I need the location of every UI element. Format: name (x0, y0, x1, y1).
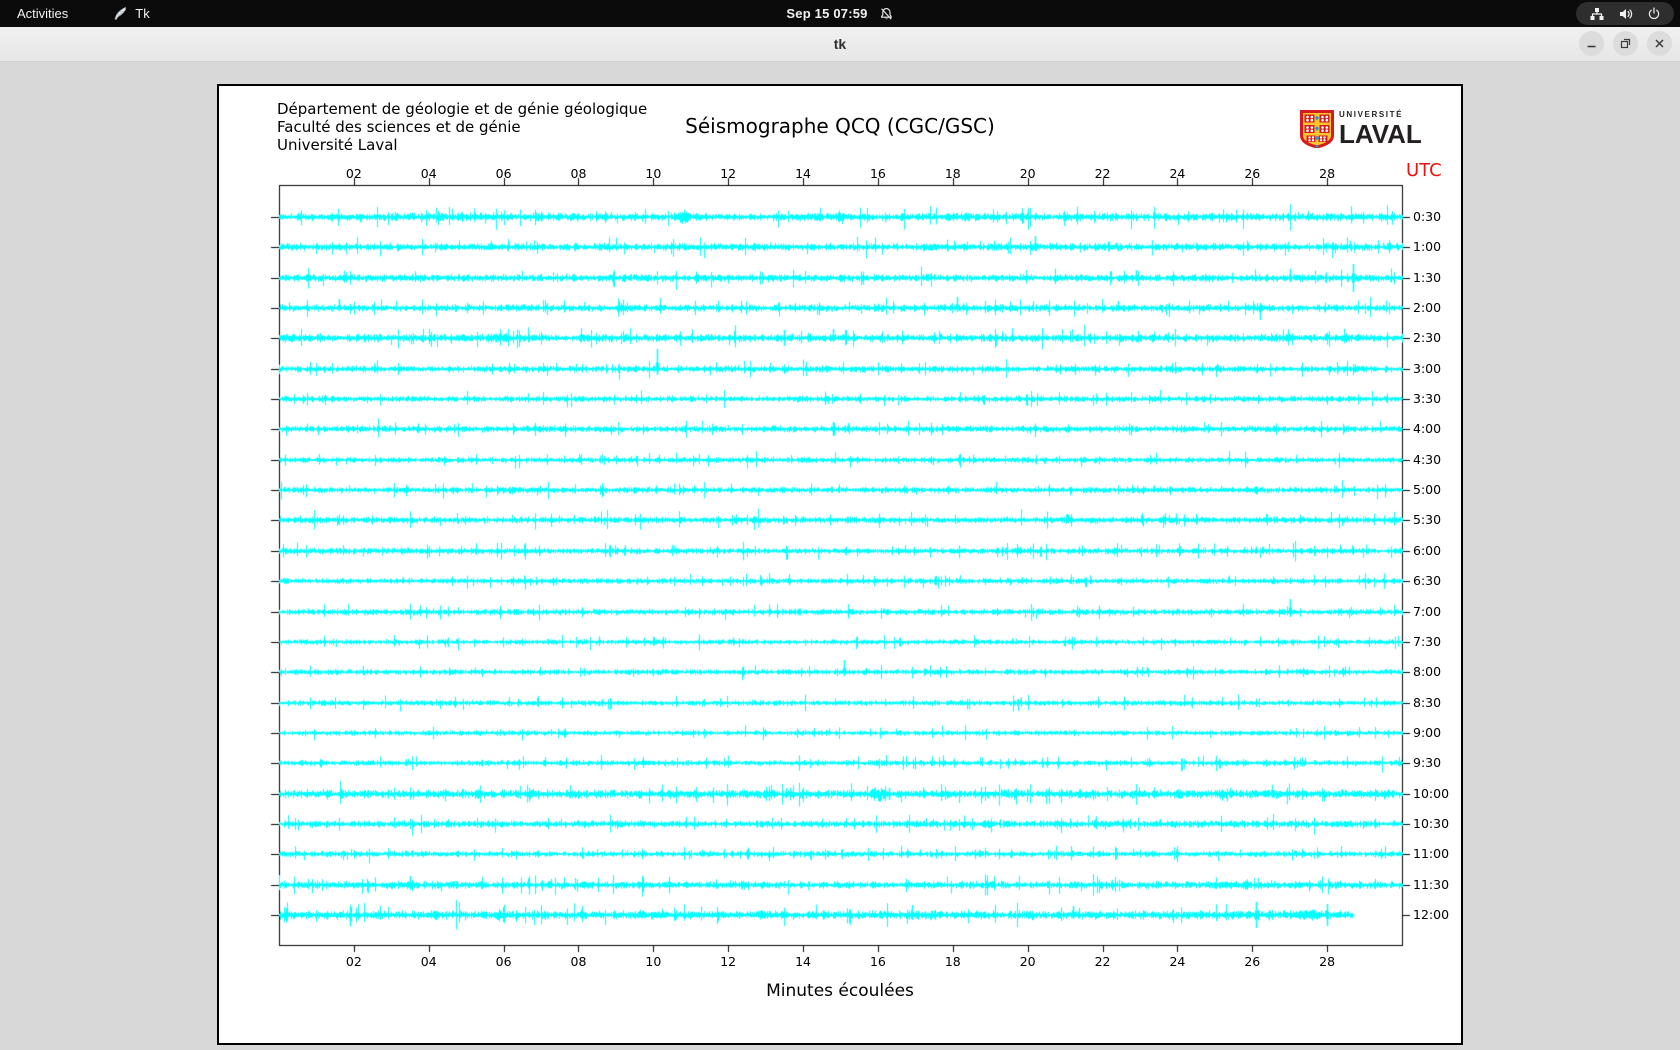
app-indicator-tk[interactable]: Tk (113, 6, 150, 21)
x-tick-label-top: 08 (570, 166, 587, 181)
x-axis-title: Minutes écoulées (766, 981, 914, 1001)
utc-time-label: 1:00 (1413, 239, 1442, 255)
window-controls (1579, 31, 1672, 56)
x-tick-label-top: 16 (869, 166, 886, 181)
activities-button[interactable]: Activities (0, 0, 85, 27)
clock-menu-button[interactable]: Sep 15 07:59 (786, 0, 893, 27)
minimize-icon (1587, 45, 1596, 48)
x-tick-label-top: 06 (495, 166, 512, 181)
utc-time-label: 6:00 (1413, 542, 1442, 558)
utc-time-label: 11:30 (1413, 876, 1450, 892)
x-tick-label-bottom: 24 (1169, 954, 1186, 969)
utc-time-label: 4:30 (1413, 451, 1442, 467)
close-button[interactable] (1647, 31, 1672, 56)
x-tick-label-bottom: 12 (720, 954, 737, 969)
x-tick-label-bottom: 06 (495, 954, 512, 969)
x-tick-label-top: 12 (720, 166, 737, 181)
x-tick-label-bottom: 16 (869, 954, 886, 969)
x-tick-label-top: 28 (1319, 166, 1336, 181)
x-tick-label-bottom: 18 (944, 954, 961, 969)
utc-time-label: 2:00 (1413, 300, 1442, 316)
notifications-disabled-icon (881, 7, 892, 20)
system-status-pill (1576, 2, 1674, 25)
utc-time-label: 2:30 (1413, 330, 1442, 346)
utc-time-label: 3:00 (1413, 360, 1442, 376)
tk-feather-icon (114, 6, 127, 20)
x-tick-label-bottom: 26 (1244, 954, 1261, 969)
seismogram-plot (219, 86, 1465, 1047)
x-tick-label-bottom: 14 (795, 954, 812, 969)
utc-time-label: 10:30 (1413, 815, 1450, 831)
power-icon (1648, 6, 1660, 19)
x-tick-label-top: 10 (645, 166, 662, 181)
desktop: { "top_bar": { "activities_label": "Acti… (0, 0, 1680, 1050)
clock-label: Sep 15 07:59 (786, 6, 868, 21)
restore-button[interactable] (1613, 31, 1638, 56)
x-tick-label-bottom: 02 (345, 954, 362, 969)
utc-time-label: 5:00 (1413, 482, 1442, 498)
utc-time-label: 7:00 (1413, 603, 1442, 619)
x-tick-label-top: 04 (420, 166, 437, 181)
utc-time-label: 12:00 (1413, 907, 1450, 922)
utc-time-label: 8:00 (1413, 664, 1442, 680)
utc-time-label: 1:30 (1413, 269, 1442, 285)
seismograph-figure: Département de géologie et de génie géol… (217, 84, 1465, 1047)
x-tick-label-bottom: 10 (645, 954, 662, 969)
utc-time-label: 3:30 (1413, 391, 1442, 407)
x-tick-label-bottom: 08 (570, 954, 587, 969)
utc-time-label: 9:00 (1413, 724, 1442, 740)
app-indicator-label: Tk (135, 6, 150, 21)
x-tick-label-bottom: 04 (420, 954, 437, 969)
utc-time-label: 11:00 (1413, 846, 1450, 862)
x-tick-label-top: 20 (1019, 166, 1036, 181)
minimize-button[interactable] (1579, 31, 1604, 56)
utc-time-label: 4:00 (1413, 421, 1442, 437)
x-tick-label-top: 14 (795, 166, 812, 181)
utc-time-label: 9:30 (1413, 755, 1442, 771)
activities-label: Activities (17, 6, 69, 21)
x-tick-label-top: 18 (944, 166, 961, 181)
window-content: Département de géologie et de génie géol… (0, 62, 1680, 1050)
x-tick-label-bottom: 20 (1019, 954, 1036, 969)
utc-time-label: 10:00 (1413, 785, 1450, 801)
utc-time-label: 8:30 (1413, 694, 1442, 710)
top-bar-left: Activities Tk (0, 0, 150, 27)
restore-icon (1620, 38, 1631, 49)
x-tick-label-top: 26 (1244, 166, 1261, 181)
x-tick-label-bottom: 22 (1094, 954, 1111, 969)
system-status-area[interactable] (1576, 2, 1674, 25)
x-tick-label-top: 02 (345, 166, 362, 181)
utc-time-label: 7:30 (1413, 633, 1442, 649)
utc-time-label: 6:30 (1413, 573, 1442, 589)
gnome-top-bar: Activities Tk Sep 15 07:59 (0, 0, 1680, 27)
utc-time-label: 0:30 (1413, 209, 1442, 224)
window-titlebar: tk (0, 27, 1680, 62)
volume-icon (1620, 8, 1633, 19)
network-wired-icon (1590, 7, 1604, 20)
window-title: tk (833, 36, 847, 52)
close-icon (1655, 39, 1664, 48)
x-tick-label-bottom: 28 (1319, 954, 1336, 969)
utc-time-label: 5:30 (1413, 512, 1442, 528)
x-tick-label-top: 22 (1094, 166, 1111, 181)
x-tick-label-top: 24 (1169, 166, 1186, 181)
